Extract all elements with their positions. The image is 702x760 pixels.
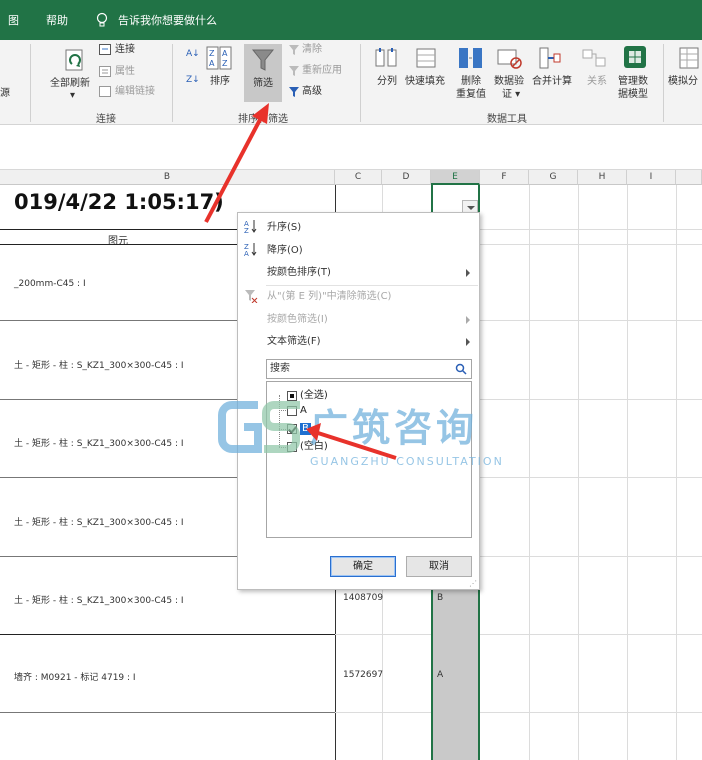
sort-button[interactable]: 排序: [210, 76, 230, 88]
flash-fill-icon: [416, 48, 436, 68]
menu-filter-by-color[interactable]: 按颜色筛选(I): [267, 313, 328, 326]
tab-help[interactable]: 帮助: [46, 15, 68, 27]
sort-ascending-icon: AZ: [244, 220, 257, 233]
search-icon: [455, 363, 467, 375]
sort-icon: Z A A Z: [206, 46, 232, 70]
advanced-button[interactable]: 高级: [302, 86, 322, 98]
svg-text:Z: Z: [209, 49, 215, 58]
text-to-columns-icon: [375, 48, 397, 67]
column-header-h[interactable]: H: [578, 170, 627, 185]
flash-fill-button[interactable]: 快速填充: [405, 76, 445, 88]
group-sort-filter-label: 排序和筛选: [238, 114, 288, 125]
ribbon: 源 全部刷新 ▾ 连接 属性 编辑链接 连接 A↓ Z↓ Z A A Z 排序: [0, 40, 702, 125]
sort-descending-icon: ZA: [244, 243, 257, 256]
relationships-button[interactable]: 关系: [587, 76, 607, 88]
remove-duplicates-button[interactable]: 删除: [461, 76, 481, 88]
cancel-button[interactable]: 取消: [406, 556, 472, 577]
connections-button[interactable]: 连接: [115, 44, 135, 56]
cell-b-row4[interactable]: 土 - 矩形 - 柱 : S_KZ1_300×300-C45 : I: [14, 515, 184, 528]
tell-me-box[interactable]: 告诉我你想要做什么: [118, 15, 217, 27]
svg-text:A: A: [244, 250, 249, 256]
menu-sort-by-color[interactable]: 按颜色排序(T): [267, 266, 331, 279]
submenu-arrow-icon: [466, 338, 470, 346]
group-data-tools-label: 数据工具: [487, 114, 527, 125]
column-header-f[interactable]: F: [480, 170, 529, 185]
cell-c-row5[interactable]: 1408709: [343, 593, 383, 603]
consolidate-button[interactable]: 合并计算: [532, 76, 572, 88]
cell-b-row5[interactable]: 土 - 矩形 - 柱 : S_KZ1_300×300-C45 : I: [14, 593, 184, 606]
cell-c-row6[interactable]: 1572697: [343, 670, 383, 680]
group-connections-label: 连接: [96, 114, 116, 125]
text-to-columns-button[interactable]: 分列: [377, 76, 397, 88]
submenu-arrow-icon: [466, 269, 470, 277]
menu-sort-ascending[interactable]: 升序(S): [267, 221, 301, 234]
relationships-icon: [582, 49, 606, 67]
column-header-i[interactable]: I: [627, 170, 676, 185]
filter-button[interactable]: 筛选: [253, 78, 273, 90]
reapply-icon: [289, 66, 299, 76]
menu-sort-descending[interactable]: 降序(O): [267, 244, 303, 257]
ok-button[interactable]: 确定: [330, 556, 396, 577]
funnel-icon: [251, 49, 275, 71]
tab-partial[interactable]: 图: [8, 15, 19, 27]
refresh-all-button[interactable]: 全部刷新: [50, 78, 90, 90]
menu-clear-filter[interactable]: 从"(第 E 列)"中清除筛选(C): [267, 290, 391, 303]
column-header-d[interactable]: D: [382, 170, 431, 185]
lightbulb-icon: [96, 12, 108, 27]
what-if-analysis-icon: [679, 47, 699, 69]
svg-text:Z: Z: [222, 59, 228, 68]
svg-text:A: A: [209, 59, 215, 68]
column-header-partial[interactable]: [676, 170, 702, 185]
clear-filter-menu-icon: [245, 290, 258, 303]
column-header-b[interactable]: B: [0, 170, 335, 185]
column-header-e[interactable]: E: [431, 170, 480, 185]
report-date-cell[interactable]: 019/4/22 1:05:17): [14, 190, 224, 214]
filter-search-input[interactable]: 搜索: [266, 359, 472, 379]
what-if-analysis-button[interactable]: 模拟分: [668, 76, 698, 88]
cell-b-row3[interactable]: 土 - 矩形 - 柱 : S_KZ1_300×300-C45 : I: [14, 436, 184, 449]
get-data-partial-label[interactable]: 源: [0, 88, 10, 100]
remove-duplicates-icon: [459, 48, 482, 68]
clear-filter-icon: [289, 45, 299, 55]
menu-text-filters[interactable]: 文本筛选(F): [267, 335, 321, 348]
cell-b-row6[interactable]: 墙齐 : M0921 - 标记 4719 : I: [14, 670, 136, 683]
advanced-filter-icon: [289, 87, 299, 97]
excel-window: 图 帮助 告诉我你想要做什么 源 全部刷新 ▾ 连接 属性 编辑链接 连接 A↓…: [0, 0, 702, 760]
formula-bar-area: [0, 125, 702, 170]
manage-data-model-icon: [624, 46, 646, 68]
watermark-chinese-text: 广筑咨询: [310, 406, 479, 450]
cell-e-row6[interactable]: A: [437, 670, 443, 680]
watermark-english-text: GUANGZHU CONSULTATION: [310, 455, 504, 468]
svg-text:Z: Z: [244, 227, 249, 233]
data-validation-icon: [497, 49, 522, 69]
menu-bar: 图 帮助 告诉我你想要做什么: [0, 0, 702, 40]
cell-e-row5[interactable]: B: [437, 593, 443, 603]
data-validation-button[interactable]: 数据验: [494, 76, 524, 88]
resize-grip-icon[interactable]: ⋰: [469, 579, 477, 588]
watermark-logo-icon: [218, 401, 300, 453]
edit-links-icon: [99, 86, 111, 97]
connections-icon: [99, 44, 111, 55]
consolidate-icon: [539, 47, 561, 69]
cell-b-row1[interactable]: _200mm-C45 : I: [14, 279, 86, 289]
svg-text:A: A: [222, 49, 228, 58]
clear-button[interactable]: 清除: [302, 44, 322, 56]
column-header-g[interactable]: G: [529, 170, 578, 185]
refresh-all-icon: [65, 49, 83, 71]
reapply-button[interactable]: 重新应用: [302, 65, 342, 77]
column-header-c[interactable]: C: [335, 170, 382, 185]
properties-icon: [99, 66, 111, 77]
properties-button[interactable]: 属性: [115, 66, 135, 78]
watermark: 广筑咨询 GUANGZHU CONSULTATION: [218, 395, 518, 475]
cell-b-row2[interactable]: 土 - 矩形 - 柱 : S_KZ1_300×300-C45 : I: [14, 358, 184, 371]
edit-links-button[interactable]: 编辑链接: [115, 86, 155, 98]
submenu-arrow-icon: [466, 316, 470, 324]
manage-data-model-button[interactable]: 管理数: [618, 76, 648, 88]
